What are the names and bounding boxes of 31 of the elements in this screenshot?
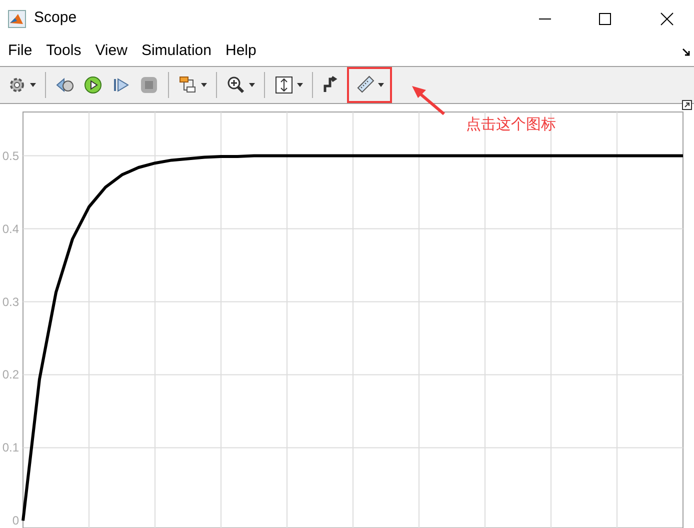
y-tick-label: 0.5 <box>2 148 19 163</box>
close-icon[interactable] <box>660 12 674 26</box>
scale-axes-icon <box>274 75 294 95</box>
step-back-icon <box>55 75 75 95</box>
dock-arrow-icon[interactable] <box>682 48 690 56</box>
caret-icon <box>30 83 36 87</box>
menu-item[interactable]: Simulation <box>137 40 216 63</box>
block-diagram-icon <box>178 75 198 95</box>
y-tick-label: 0.1 <box>2 440 19 455</box>
menu-item[interactable]: Tools <box>42 40 86 63</box>
caret-icon <box>297 83 303 87</box>
play-icon <box>83 75 103 95</box>
maximize-icon[interactable] <box>598 12 612 26</box>
zoom-in-icon <box>226 75 246 95</box>
y-tick-label: 0.4 <box>2 222 19 236</box>
app-logo-icon <box>8 10 26 28</box>
window-title: Scope <box>34 8 77 28</box>
caret-icon <box>378 83 384 87</box>
y-tick-label: 0 <box>12 514 19 528</box>
caret-icon <box>249 83 255 87</box>
gear-icon <box>7 75 27 95</box>
undock-icon[interactable] <box>682 100 692 110</box>
menu-item[interactable]: Help <box>222 40 260 63</box>
menu-item[interactable]: File <box>4 40 36 63</box>
y-tick-label: 0.2 <box>2 368 19 382</box>
stop-icon <box>139 75 159 95</box>
toolbar-button[interactable] <box>347 67 392 103</box>
menu-item[interactable]: View <box>91 40 132 63</box>
caret-icon <box>201 83 207 87</box>
y-tick-label: 0.3 <box>2 294 19 309</box>
annotation-text: 点击这个图标 <box>466 115 556 135</box>
